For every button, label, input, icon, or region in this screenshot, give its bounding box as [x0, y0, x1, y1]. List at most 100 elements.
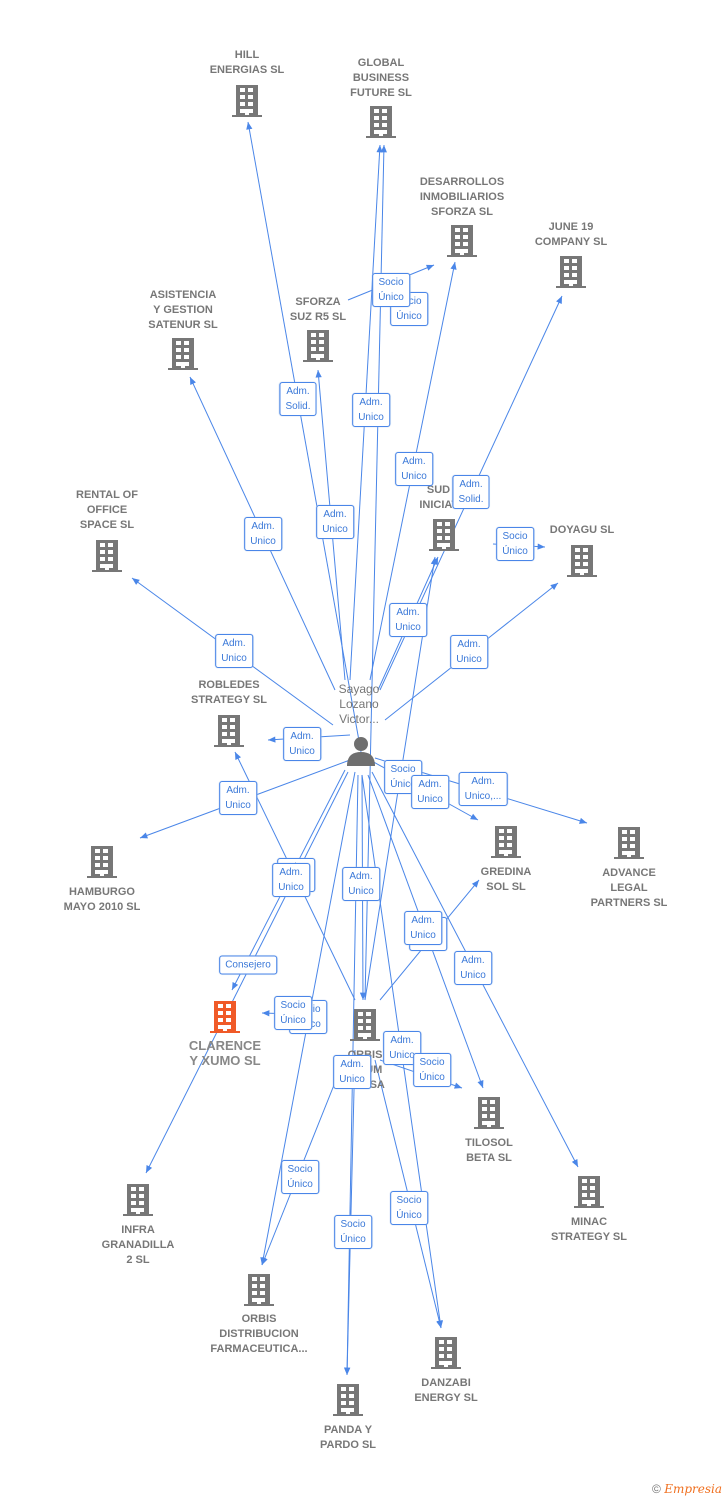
label-line: SPACE SL	[79, 519, 135, 531]
label-line: PARTNERS SL	[590, 897, 668, 909]
building-icon[interactable]	[614, 827, 644, 859]
label-line: TILOSOL	[465, 1137, 513, 1149]
relation-label[interactable]: Adm.Unico	[219, 781, 257, 815]
relation-label[interactable]: SocioÚnico	[413, 1053, 451, 1087]
arrow-head	[268, 736, 276, 743]
label-line: COMPANY SL	[534, 236, 608, 248]
building-icon[interactable]	[92, 540, 122, 572]
label-line: FARMACEUTICA...	[210, 1343, 308, 1355]
building-icon[interactable]	[303, 330, 333, 362]
label-line: Y GESTION	[153, 304, 213, 316]
relation-label[interactable]: SocioÚnico	[281, 1160, 319, 1194]
arrow-head	[344, 1367, 351, 1375]
building-icon[interactable]	[366, 106, 396, 138]
company-label-advance[interactable]: ADVANCE LEGAL PARTNERS SL	[591, 866, 668, 911]
building-icon[interactable]	[491, 826, 521, 858]
label-line: SUZ R5 SL	[289, 311, 347, 323]
label-line: BETA SL	[466, 1152, 512, 1164]
building-icon[interactable]	[214, 715, 244, 747]
relation-label[interactable]: Adm.Unico	[333, 1055, 371, 1089]
company-label-tilosol[interactable]: TILOSOL BETA SL	[465, 1136, 513, 1166]
company-label-global[interactable]: GLOBAL BUSINESS FUTURE SL	[350, 56, 412, 101]
building-icon[interactable]	[210, 1001, 240, 1033]
relation-label[interactable]: Adm.Unico	[352, 393, 390, 427]
company-label-doyagu[interactable]: DOYAGU SL	[550, 523, 614, 538]
label-line: BUSINESS	[352, 72, 410, 84]
relation-label[interactable]: Adm.Unico	[316, 505, 354, 539]
company-label-panda[interactable]: PANDA Y PARDO SL	[320, 1423, 376, 1453]
label-line: DESARROLLOS	[419, 176, 505, 188]
building-icon[interactable]	[232, 85, 262, 117]
label-line: STRATEGY SL	[551, 1231, 627, 1243]
building-icon[interactable]	[447, 225, 477, 257]
label-line: ASISTENCIA	[149, 289, 217, 301]
relation-label[interactable]: Adm.Unico	[272, 863, 310, 897]
company-label-robledes[interactable]: ROBLEDES STRATEGY SL	[191, 678, 267, 708]
relation-label[interactable]: SocioÚnico	[390, 1191, 428, 1225]
arrow-head	[426, 264, 434, 271]
relation-label[interactable]: Adm. Solid.	[452, 475, 490, 509]
relation-label[interactable]: Consejero	[219, 955, 277, 975]
company-label-danzabi[interactable]: DANZABI ENERGY SL	[414, 1376, 477, 1406]
label-line: SFORZA SL	[431, 206, 493, 218]
company-label-june[interactable]: JUNE 19 COMPANY SL	[535, 220, 607, 250]
label-line: Y XUMO SL	[189, 1053, 261, 1068]
company-label-orbisdist[interactable]: ORBIS DISTRIBUCION FARMACEUTICA...	[210, 1312, 307, 1357]
relation-label[interactable]: Adm.Unico	[342, 867, 380, 901]
arrow-head	[315, 370, 322, 378]
relation-edge	[247, 121, 362, 753]
company-label-clarence[interactable]: CLARENCE Y XUMO SL	[189, 1038, 261, 1068]
relation-label[interactable]: Adm.Unico	[404, 911, 442, 945]
relation-label[interactable]: Adm.Unico	[454, 951, 492, 985]
arrow-head	[132, 578, 140, 585]
company-label-sforza[interactable]: SFORZA SUZ R5 SL	[290, 295, 346, 325]
building-icon[interactable]	[87, 846, 117, 878]
relation-label[interactable]: Adm.Unico	[450, 635, 488, 669]
company-label-desarrollos[interactable]: DESARROLLOS INMOBILIARIOS SFORZA SL	[420, 175, 504, 220]
relation-label[interactable]: Adm.Unico	[395, 452, 433, 486]
relation-label[interactable]: SocioÚnico	[372, 273, 410, 307]
copyright-symbol: ©	[652, 1482, 661, 1496]
label-line: MINAC	[570, 1216, 608, 1228]
relation-label[interactable]: Adm. Unico,...	[458, 772, 508, 806]
building-icon[interactable]	[123, 1184, 153, 1216]
relation-label[interactable]: Adm.Unico	[215, 634, 253, 668]
label-line: Lozano	[339, 697, 379, 711]
company-label-rental[interactable]: RENTAL OF OFFICE SPACE SL	[76, 488, 138, 533]
company-label-hill[interactable]: HILL ENERGIAS SL	[210, 48, 285, 78]
arrow-head	[477, 1080, 484, 1088]
arrow-head	[454, 1082, 462, 1089]
relation-label[interactable]: SocioÚnico	[496, 527, 534, 561]
building-icon[interactable]	[333, 1384, 363, 1416]
company-label-hamburgo[interactable]: HAMBURGO MAYO 2010 SL	[64, 885, 141, 915]
arrow-head	[261, 1257, 268, 1265]
relation-label[interactable]: Adm. Solid.	[279, 382, 317, 416]
building-icon[interactable]	[474, 1097, 504, 1129]
label-line: INFRA	[121, 1224, 155, 1236]
relation-label[interactable]: Adm.Unico	[389, 603, 427, 637]
building-icon[interactable]	[244, 1274, 274, 1306]
label-line: FUTURE SL	[350, 87, 412, 99]
label-line: PANDA Y	[323, 1424, 373, 1436]
company-label-asistencia[interactable]: ASISTENCIA Y GESTION SATENUR SL	[148, 288, 217, 333]
person-name[interactable]: Sayago Lozano Victor...	[339, 682, 380, 727]
label-line: Sayago	[338, 682, 380, 696]
building-icon[interactable]	[168, 338, 198, 370]
relation-label[interactable]: SocioÚnico	[274, 996, 312, 1030]
label-line: MAYO 2010 SL	[63, 901, 141, 913]
building-icon[interactable]	[350, 1009, 380, 1041]
company-label-infra[interactable]: INFRA GRANADILLA 2 SL	[102, 1223, 175, 1268]
relation-label[interactable]: Adm.Unico	[283, 727, 321, 761]
relation-label[interactable]: SocioÚnico	[334, 1215, 372, 1249]
relation-label[interactable]: Adm.Unico	[244, 517, 282, 551]
arrow-head	[579, 817, 587, 824]
relation-label[interactable]: Adm.Unico	[411, 775, 449, 809]
building-icon[interactable]	[431, 1337, 461, 1369]
label-line: RENTAL OF	[76, 489, 138, 501]
company-label-minac[interactable]: MINAC STRATEGY SL	[551, 1215, 627, 1245]
building-icon[interactable]	[574, 1176, 604, 1208]
building-icon[interactable]	[556, 256, 586, 288]
building-icon[interactable]	[429, 519, 459, 551]
company-label-gredina[interactable]: GREDINA SOL SL	[481, 865, 532, 895]
building-icon[interactable]	[567, 545, 597, 577]
